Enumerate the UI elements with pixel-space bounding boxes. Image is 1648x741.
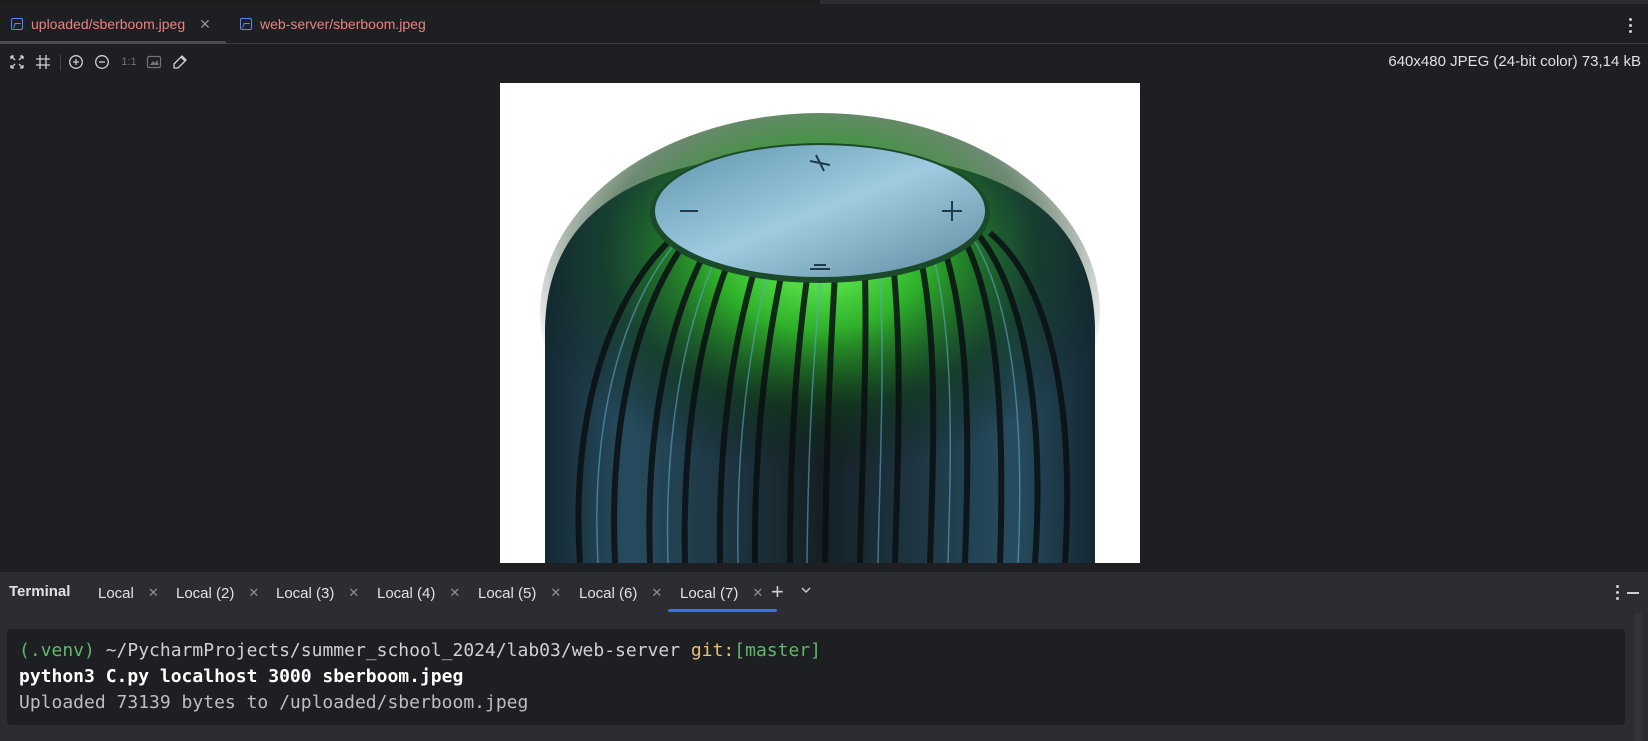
terminal-tab-label: Local (4)	[377, 584, 436, 602]
image-file-icon	[11, 18, 23, 30]
terminal-tab-local-6[interactable]: Local (6) ✕	[579, 572, 662, 614]
terminal-tab-local-5[interactable]: Local (5) ✕	[478, 572, 561, 614]
terminal-tab-local[interactable]: Local ✕	[98, 572, 159, 614]
close-tab-icon[interactable]: ✕	[148, 585, 159, 601]
terminal-tab-label: Local (3)	[276, 584, 335, 602]
close-tab-icon[interactable]: ✕	[651, 585, 662, 601]
actual-size-button[interactable]: 1:1	[119, 54, 139, 70]
editor-tab-web-server-sberboom[interactable]: web-server/sberboom.jpeg	[240, 4, 426, 44]
close-tab-icon[interactable]: ✕	[248, 585, 259, 601]
image-info: 640x480 JPEG (24-bit color) 73,14 kB	[1388, 53, 1641, 70]
terminal-tab-local-4[interactable]: Local (4) ✕	[377, 572, 460, 614]
terminal-tab-local-2[interactable]: Local (2) ✕	[176, 572, 259, 614]
close-tab-icon[interactable]: ✕	[752, 585, 763, 601]
image-toolbar: 1:1 640x480 JPEG (24-bit color) 73,14 kB	[0, 45, 1648, 79]
git-label: git:	[690, 640, 735, 661]
image-file-icon	[240, 18, 252, 30]
terminal-tab-label: Local	[98, 584, 134, 602]
prompt-path: ~/PycharmProjects/summer_school_2024/lab…	[105, 640, 681, 661]
editor-tab-bar: uploaded/sberboom.jpeg ✕ web-server/sber…	[0, 4, 1648, 44]
editor-tab-uploaded-sberboom[interactable]: uploaded/sberboom.jpeg ✕	[0, 4, 226, 44]
new-terminal-tab-icon[interactable]: +	[771, 580, 784, 604]
terminal-header: Terminal Local ✕ Local (2) ✕ Local (3) ✕ Lo…	[0, 571, 1648, 613]
minimize-icon[interactable]	[1627, 592, 1639, 594]
venv-label: (.venv)	[19, 640, 95, 661]
active-tab-indicator	[0, 41, 226, 44]
fit-to-window-icon[interactable]	[9, 54, 25, 70]
terminal-options-icon[interactable]	[1616, 585, 1620, 600]
terminal-command: python3 C.py localhost 3000 sberboom.jpe…	[19, 666, 464, 687]
close-tab-icon[interactable]: ✕	[199, 16, 211, 33]
image-canvas[interactable]	[0, 79, 1648, 571]
speaker-illustration	[540, 113, 1100, 563]
terminal-title: Terminal	[9, 583, 71, 600]
terminal-command-block[interactable]: (.venv) ~/PycharmProjects/summer_school_…	[7, 629, 1625, 725]
terminal-tab-label: Local (2)	[176, 584, 235, 602]
speaker-image	[500, 83, 1140, 563]
terminal-output: Uploaded 73139 bytes to /uploaded/sberbo…	[19, 692, 529, 713]
terminal-scrollbar[interactable]	[1634, 613, 1642, 741]
grid-icon[interactable]	[35, 54, 51, 70]
close-tab-icon[interactable]: ✕	[348, 585, 359, 601]
toolbar-separator	[60, 55, 61, 71]
color-picker-icon[interactable]	[172, 54, 188, 70]
git-branch: [master]	[734, 640, 821, 661]
terminal-tab-label: Local (5)	[478, 584, 537, 602]
zoom-in-icon[interactable]	[68, 54, 84, 70]
chevron-down-icon[interactable]	[800, 584, 812, 596]
close-tab-icon[interactable]: ✕	[449, 585, 460, 601]
terminal-prompt-line: (.venv) ~/PycharmProjects/summer_school_…	[19, 638, 1613, 664]
background-toggle-icon[interactable]	[146, 54, 162, 70]
editor-tab-label: uploaded/sberboom.jpeg	[31, 16, 186, 32]
terminal-tab-label: Local (7)	[680, 584, 739, 602]
zoom-out-icon[interactable]	[94, 54, 110, 70]
editor-tabs-more-icon[interactable]	[1628, 18, 1632, 33]
terminal-body[interactable]: (.venv) ~/PycharmProjects/summer_school_…	[0, 613, 1648, 741]
terminal-tab-local-7[interactable]: Local (7) ✕	[667, 572, 778, 614]
editor-tab-label: web-server/sberboom.jpeg	[260, 16, 426, 32]
terminal-tab-local-3[interactable]: Local (3) ✕	[276, 572, 359, 614]
terminal-tab-label: Local (6)	[579, 584, 638, 602]
close-tab-icon[interactable]: ✕	[550, 585, 561, 601]
